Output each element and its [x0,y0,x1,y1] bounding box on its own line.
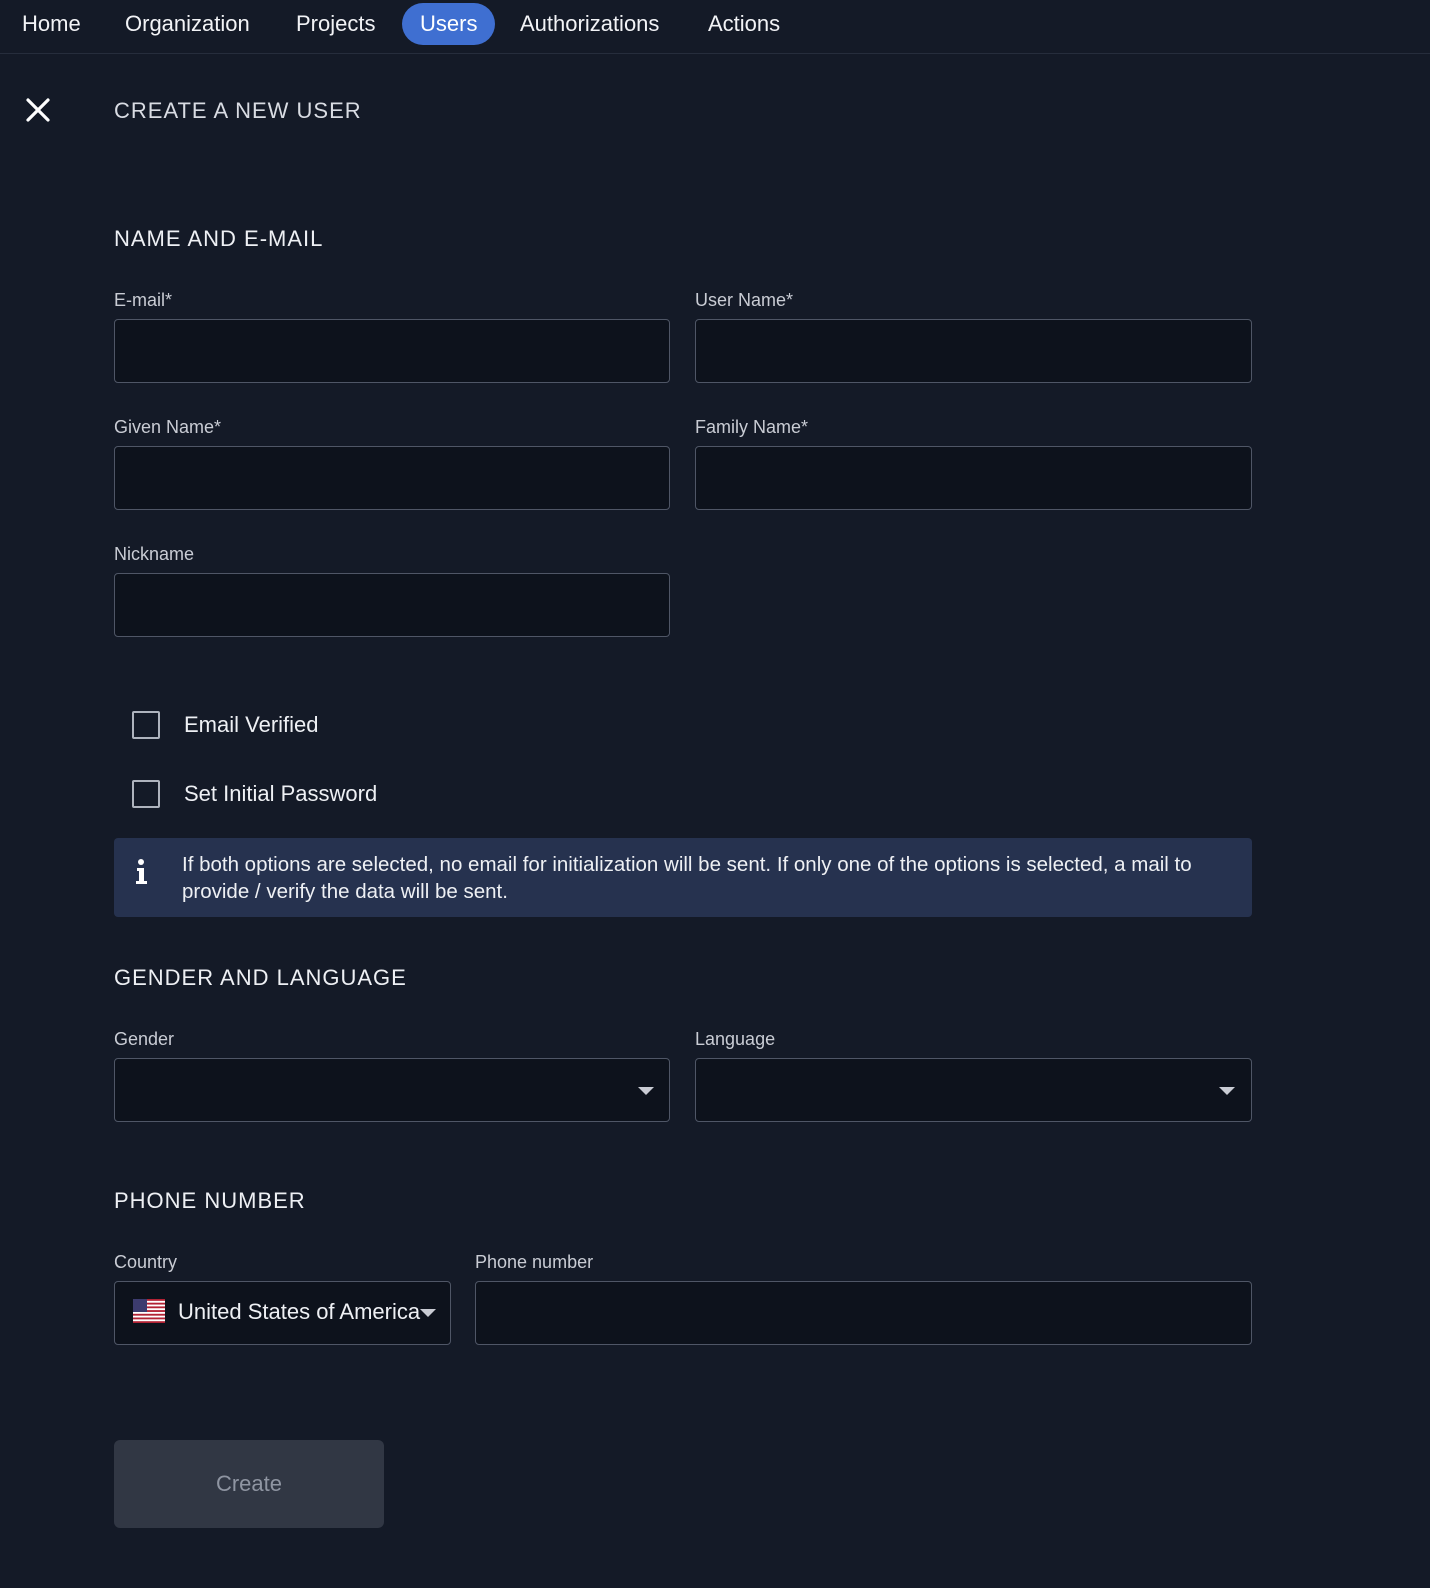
page-title: CREATE A NEW USER [114,98,362,123]
phone-field[interactable] [475,1281,1252,1345]
gender-label: Gender [114,1029,175,1049]
language-label: Language [695,1029,776,1049]
username-label: User Name* [695,290,794,310]
nav-users[interactable]: Users [402,3,496,45]
phone-label: Phone number [475,1252,594,1272]
email-verified-checkbox[interactable]: Email Verified [132,710,319,740]
email-label: E-mail* [114,290,173,310]
nav-home[interactable]: Home [4,3,99,45]
language-select[interactable] [695,1058,1252,1122]
initial-password-checkbox[interactable]: Set Initial Password [132,779,377,809]
username-field[interactable] [695,319,1252,383]
info-text: If both options are selected, no email f… [182,853,1192,903]
gender-select[interactable] [114,1058,670,1122]
country-value: United States of America [178,1299,421,1324]
us-flag-icon [133,1299,165,1323]
nickname-field[interactable] [114,573,670,637]
chevron-down-icon [638,1087,654,1095]
top-navigation: Home Organization Projects Users Authori… [0,0,1430,54]
info-icon [136,859,147,884]
email-verified-label: Email Verified [184,712,319,737]
country-label: Country [114,1252,178,1272]
nav-organization[interactable]: Organization [107,3,268,45]
section-title-gender-language: GENDER AND LANGUAGE [114,965,407,990]
info-callout: If both options are selected, no email f… [114,838,1252,917]
close-icon[interactable] [25,97,51,123]
nav-projects[interactable]: Projects [278,3,393,45]
given-name-label: Given Name* [114,417,222,437]
section-title-phone: PHONE NUMBER [114,1188,306,1213]
country-select[interactable]: United States of America [114,1281,451,1345]
given-name-field[interactable] [114,446,670,510]
email-verified-checkbox-box[interactable] [132,711,160,739]
family-name-field[interactable] [695,446,1252,510]
chevron-down-icon [420,1309,436,1317]
create-button[interactable]: Create [114,1440,384,1528]
initial-password-checkbox-box[interactable] [132,780,160,808]
nav-actions[interactable]: Actions [690,3,798,45]
section-title-name-email: NAME AND E-MAIL [114,226,324,251]
nav-authorizations[interactable]: Authorizations [502,3,677,45]
initial-password-label: Set Initial Password [184,781,378,806]
email-field[interactable] [114,319,670,383]
family-name-label: Family Name* [695,417,809,437]
nickname-label: Nickname [114,544,195,564]
chevron-down-icon [1219,1087,1235,1095]
